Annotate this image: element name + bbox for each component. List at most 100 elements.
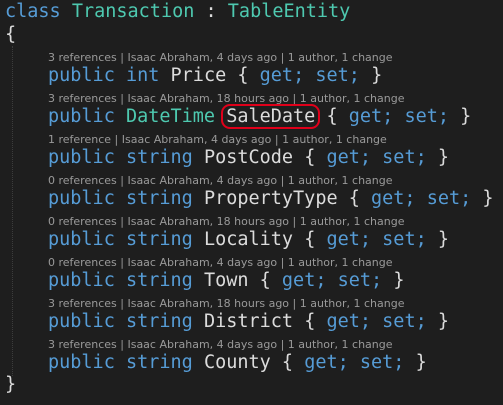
class-keyword: class xyxy=(5,1,61,22)
base-class-name[interactable]: TableEntity xyxy=(228,1,351,22)
property-name[interactable]: Town xyxy=(204,270,249,291)
accessor-close-brace: } xyxy=(393,270,405,291)
property-type[interactable]: string xyxy=(126,270,193,291)
class-name[interactable]: Transaction xyxy=(72,1,195,22)
property-postcode: public string PostCode { get; set; } xyxy=(48,146,449,170)
get-accessor: get; xyxy=(304,352,349,373)
codelens-references[interactable]: 0 references xyxy=(48,174,117,187)
property-type[interactable]: string xyxy=(126,311,193,332)
property-type[interactable]: DateTime xyxy=(126,106,215,127)
codelens-separator: | xyxy=(280,51,285,64)
codelens-changes[interactable]: 1 author, 1 change xyxy=(300,92,405,105)
set-accessor: set; xyxy=(404,106,450,127)
codelens-changes[interactable]: 1 author, 1 change xyxy=(288,256,393,269)
set-accessor: set; xyxy=(315,65,360,86)
accessor-close-brace: } xyxy=(437,311,450,332)
open-brace: { xyxy=(5,24,17,45)
code-editor[interactable]: class Transaction : TableEntity { 3 refe… xyxy=(0,0,503,405)
get-accessor: get; xyxy=(348,106,394,127)
codelens-separator: | xyxy=(280,338,285,351)
property-type[interactable]: string xyxy=(126,188,193,209)
accessor-close-brace: } xyxy=(482,188,494,209)
get-accessor: get; xyxy=(281,270,327,291)
property-district: public string District { get; set; } xyxy=(48,310,449,334)
property-county: public string County { get; set; } xyxy=(48,351,427,375)
accessor-close-brace: } xyxy=(415,352,427,373)
property-town: public string Town { get; set; } xyxy=(48,269,404,293)
codelens-references[interactable]: 0 references xyxy=(48,215,117,228)
codelens-author[interactable]: Isaac Abraham, 4 days ago xyxy=(127,338,277,351)
property-name[interactable]: Locality xyxy=(204,229,293,250)
property-type[interactable]: string xyxy=(126,147,193,168)
property-name[interactable]: SaleDate xyxy=(221,104,321,129)
property-type[interactable]: string xyxy=(126,352,193,373)
colon: : xyxy=(205,1,217,22)
modifier-keyword: public xyxy=(48,352,115,373)
property-name[interactable]: Price xyxy=(171,65,227,86)
close-brace: } xyxy=(5,374,17,395)
codelens-separator: | xyxy=(280,174,285,187)
codelens-references[interactable]: 3 references xyxy=(48,338,117,351)
modifier-keyword: public xyxy=(48,65,115,86)
set-accessor: set; xyxy=(426,188,472,209)
accessor-open-brace: { xyxy=(281,352,294,373)
codelens-references[interactable]: 3 references xyxy=(48,297,117,310)
codelens-author[interactable]: Isaac Abraham, 4 days ago xyxy=(127,256,277,269)
modifier-keyword: public xyxy=(48,311,115,332)
modifier-keyword: public xyxy=(48,229,115,250)
class-declaration: class Transaction : TableEntity xyxy=(5,0,350,24)
get-accessor: get; xyxy=(371,188,416,209)
codelens-changes[interactable]: 1 author, 1 change xyxy=(288,51,393,64)
codelens-separator: | xyxy=(120,92,124,105)
accessor-open-brace: { xyxy=(237,65,249,86)
codelens-separator: | xyxy=(120,51,124,64)
property-propertytype: public string PropertyType { get; set; } xyxy=(48,187,494,211)
property-type[interactable]: int xyxy=(126,65,159,86)
set-accessor: set; xyxy=(382,147,427,168)
codelens-references[interactable]: 0 references xyxy=(48,256,117,269)
accessor-open-brace: { xyxy=(348,188,360,209)
get-accessor: get; xyxy=(326,229,372,250)
codelens-separator: | xyxy=(120,338,124,351)
codelens-author[interactable]: Isaac Abraham, 18 hours ago xyxy=(127,215,289,228)
codelens-changes[interactable]: 1 author, 1 change xyxy=(288,338,393,351)
codelens-separator: | xyxy=(120,174,124,187)
indent-guide xyxy=(12,46,13,376)
codelens-author[interactable]: Isaac Abraham, 4 days ago xyxy=(122,133,272,146)
accessor-open-brace: { xyxy=(304,311,316,332)
property-locality: public string Locality { get; set; } xyxy=(48,228,449,252)
codelens-changes[interactable]: 1 author, 1 change xyxy=(300,297,405,310)
codelens-references[interactable]: 3 references xyxy=(48,92,117,105)
codelens-separator: | xyxy=(280,256,285,269)
codelens-author[interactable]: Isaac Abraham, 4 days ago xyxy=(127,51,277,64)
codelens-references[interactable]: 3 references xyxy=(48,51,117,64)
accessor-open-brace: { xyxy=(304,229,316,250)
codelens-changes[interactable]: 1 author, 1 change xyxy=(282,133,387,146)
codelens-separator: | xyxy=(114,133,119,146)
codelens-author[interactable]: Isaac Abraham, 4 days ago xyxy=(127,174,277,187)
codelens-separator: | xyxy=(120,297,124,310)
get-accessor: get; xyxy=(326,311,372,332)
accessor-open-brace: { xyxy=(304,147,316,168)
accessor-close-brace: } xyxy=(460,106,472,127)
codelens-changes[interactable]: 1 author, 1 change xyxy=(300,215,405,228)
property-name[interactable]: District xyxy=(204,311,293,332)
modifier-keyword: public xyxy=(48,270,115,291)
property-name[interactable]: PropertyType xyxy=(204,188,338,209)
modifier-keyword: public xyxy=(48,106,115,127)
codelens-changes[interactable]: 1 author, 1 change xyxy=(288,174,393,187)
codelens-separator: | xyxy=(292,215,297,228)
property-type[interactable]: string xyxy=(126,229,193,250)
accessor-close-brace: } xyxy=(437,147,450,168)
get-accessor: get; xyxy=(326,147,372,168)
modifier-keyword: public xyxy=(48,188,115,209)
codelens-references[interactable]: 1 reference xyxy=(48,133,111,146)
accessor-open-brace: { xyxy=(259,270,271,291)
accessor-close-brace: } xyxy=(437,229,450,250)
codelens-separator: | xyxy=(120,256,124,269)
property-name[interactable]: PostCode xyxy=(204,147,293,168)
property-saledate: public DateTime SaleDate { get; set; } xyxy=(48,104,472,129)
get-accessor: get; xyxy=(259,65,305,86)
property-name[interactable]: County xyxy=(204,352,271,373)
codelens-author[interactable]: Isaac Abraham, 18 hours ago xyxy=(127,297,289,310)
